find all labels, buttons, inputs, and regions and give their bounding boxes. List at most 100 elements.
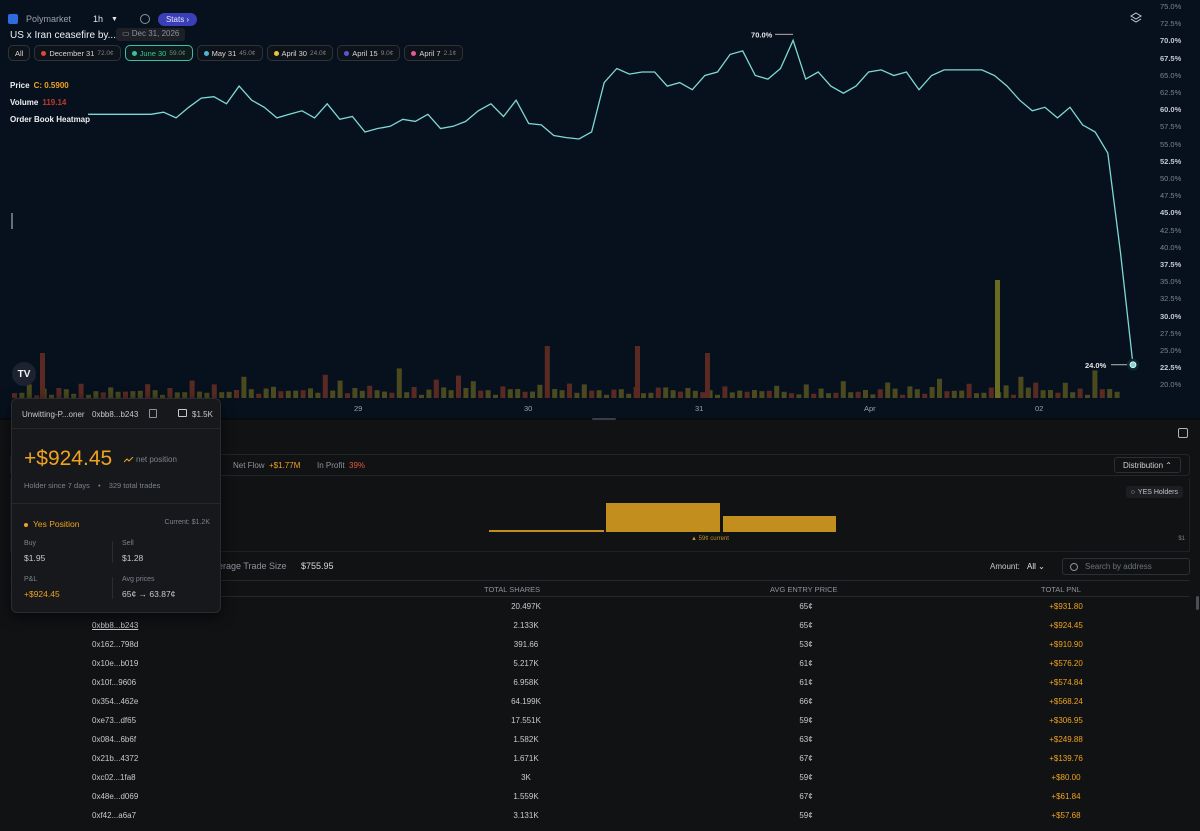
- table-row[interactable]: 0xc02...1fa8 3K 59¢ +$80.00: [10, 768, 1190, 787]
- date-chip[interactable]: ▭ Dec 31, 2026: [116, 28, 186, 41]
- volume-bar: [456, 375, 461, 398]
- y-tick-label: 27.5%: [1160, 328, 1182, 338]
- chart-side-labels: Price C: 0.5900 Volume 119.14 Order Book H…: [10, 77, 90, 128]
- color-dot-icon: [131, 50, 137, 56]
- table-row[interactable]: 0x21b...4372 1.671K 67¢ +$139.76: [10, 749, 1190, 768]
- volume-bar: [700, 392, 706, 398]
- amount-value: All: [1027, 562, 1036, 571]
- table-row[interactable]: 0x10f...9606 6.958K 61¢ +$574.84: [10, 673, 1190, 692]
- total-pnl-cell: +$910.90: [1049, 640, 1083, 649]
- net-pnl-value: +$924.45: [24, 447, 113, 470]
- volume-bar: [352, 388, 358, 398]
- outcome-chip[interactable]: May 31 45.0¢: [196, 45, 263, 61]
- distribution-max-label: $1: [1178, 536, 1185, 542]
- chip-label: June 30: [139, 48, 167, 58]
- holder-address-link[interactable]: 0xf42...a6a7: [92, 811, 136, 820]
- polymarket-logo-icon: [8, 14, 18, 24]
- heatmap-toggle[interactable]: Order Book Heatmap: [10, 111, 90, 128]
- volume-bar: [56, 388, 62, 398]
- table-row[interactable]: 0x10e...b019 5.217K 61¢ +$576.20: [10, 654, 1190, 673]
- table-row[interactable]: 0x084...6b6f 1.582K 63¢ +$249.88: [10, 730, 1190, 749]
- holder-address-link[interactable]: 0x084...6b6f: [92, 735, 136, 744]
- holder-address-link[interactable]: 0x21b...4372: [92, 754, 138, 763]
- volume-row[interactable]: Volume 119.14: [10, 94, 90, 111]
- outcome-chip[interactable]: April 15 9.0¢: [337, 45, 401, 61]
- trader-name: Unwitting-P...oner: [22, 410, 85, 419]
- expand-icon[interactable]: [1178, 428, 1188, 438]
- col-avg-entry-price[interactable]: AVG ENTRY PRICE: [770, 585, 838, 594]
- volume-bar: [581, 384, 587, 398]
- yes-holders-toggle[interactable]: ○ YES Holders: [1125, 486, 1183, 498]
- layers-icon[interactable]: [1130, 12, 1142, 24]
- search-icon: [1070, 563, 1078, 571]
- volume-bar: [367, 385, 373, 398]
- volume-bar: [463, 388, 469, 398]
- stats-button[interactable]: Stats ›: [157, 12, 198, 26]
- holder-address-link[interactable]: 0xbb8...b243: [92, 621, 138, 630]
- copy-icon[interactable]: [149, 409, 157, 418]
- table-row[interactable]: 0xbb8...b243 2.133K 65¢ +$924.45: [10, 616, 1190, 635]
- volume-bar: [26, 384, 32, 398]
- price-chart-panel[interactable]: 70.0% 24.0% Polymarket 1h ▼ Stats › US x …: [0, 0, 1200, 418]
- outcome-chip[interactable]: April 7 2.1¢: [404, 45, 464, 61]
- in-profit-value: 39%: [349, 461, 366, 470]
- outcome-chip[interactable]: All: [8, 45, 31, 61]
- info-icon[interactable]: [139, 14, 150, 24]
- net-flow-label: Net Flow: [233, 461, 265, 470]
- volume-bar: [678, 391, 683, 398]
- last-point-marker[interactable]: [1129, 361, 1137, 369]
- outcome-chip[interactable]: June 30 59.0¢: [124, 45, 193, 61]
- col-total-pnl[interactable]: TOTAL PNL: [1041, 585, 1081, 594]
- x-tick-label: 30: [524, 404, 533, 413]
- volume-bar: [1025, 387, 1031, 398]
- table-row[interactable]: 0x354...462e 64.199K 66¢ +$568.24: [10, 692, 1190, 711]
- holder-address-link[interactable]: 0x354...462e: [92, 697, 138, 706]
- table-row[interactable]: 0xe73...df65 17.551K 59¢ +$306.95: [10, 711, 1190, 730]
- total-pnl-cell: +$57.68: [1051, 811, 1081, 820]
- chevron-down-icon[interactable]: ▼: [111, 16, 118, 23]
- address-search-input[interactable]: Search by address: [1062, 558, 1190, 575]
- volume-bar: [944, 391, 950, 398]
- table-row[interactable]: 0xf42...a6a7 3.131K 59¢ +$57.68: [10, 806, 1190, 825]
- volume-bar: [781, 391, 787, 398]
- brand-label: Polymarket: [26, 14, 72, 24]
- chip-label: December 31: [49, 48, 95, 58]
- y-tick-label: 32.5%: [1160, 294, 1182, 304]
- volume-bar: [604, 394, 609, 398]
- holder-address-link[interactable]: 0x10f...9606: [92, 678, 136, 687]
- amount-select[interactable]: All ⌄: [1027, 562, 1045, 571]
- volume-bar: [189, 380, 195, 398]
- total-pnl-cell: +$576.20: [1049, 659, 1083, 668]
- table-row[interactable]: 0x48e...d069 1.559K 67¢ +$61.84: [10, 787, 1190, 806]
- volume-bar: [345, 393, 350, 398]
- color-dot-icon: [411, 50, 417, 56]
- sell-value: $1.28: [122, 553, 144, 563]
- table-row[interactable]: 0x162...798d 391.66 53¢ +$910.90: [10, 635, 1190, 654]
- holder-address-link[interactable]: 0x48e...d069: [92, 792, 138, 801]
- volume-bar: [226, 391, 232, 398]
- volume-bar: [774, 385, 780, 398]
- col-total-shares[interactable]: TOTAL SHARES: [484, 585, 540, 594]
- y-tick-label: 40.0%: [1160, 242, 1182, 252]
- holder-address-link[interactable]: 0x10e...b019: [92, 659, 138, 668]
- volume-bar: [670, 390, 676, 398]
- volume-bar: [951, 390, 957, 398]
- outcome-chip[interactable]: December 31 72.0¢: [34, 45, 121, 61]
- holder-address-link[interactable]: 0x162...798d: [92, 640, 138, 649]
- outcome-chip[interactable]: April 30 24.0¢: [266, 45, 334, 61]
- price-row[interactable]: Price C: 0.5900: [10, 77, 90, 94]
- volume-bar: [263, 388, 269, 398]
- avg-entry-price-cell: 67¢: [799, 792, 813, 801]
- distribution-dropdown[interactable]: Distribution ⌃: [1114, 457, 1181, 473]
- total-shares-cell: 1.671K: [513, 754, 539, 763]
- y-axis: 75.0% 72.5% 70.0% 67.5% 65.0% 62.5% 60.0% 57.5%…: [1158, 0, 1200, 400]
- table-scrollbar[interactable]: [1196, 596, 1199, 610]
- holder-address-link[interactable]: 0xe73...df65: [92, 716, 136, 725]
- avg-entry-price-cell: 59¢: [799, 811, 813, 820]
- holder-address-link[interactable]: 0xc02...1fa8: [92, 773, 136, 782]
- distribution-bar: [606, 503, 720, 532]
- interval-select[interactable]: 1h: [93, 14, 103, 24]
- trader-address[interactable]: 0xbb8...b243: [92, 410, 138, 419]
- volume-bar: [900, 394, 905, 398]
- tradingview-logo-icon[interactable]: TV: [12, 362, 36, 386]
